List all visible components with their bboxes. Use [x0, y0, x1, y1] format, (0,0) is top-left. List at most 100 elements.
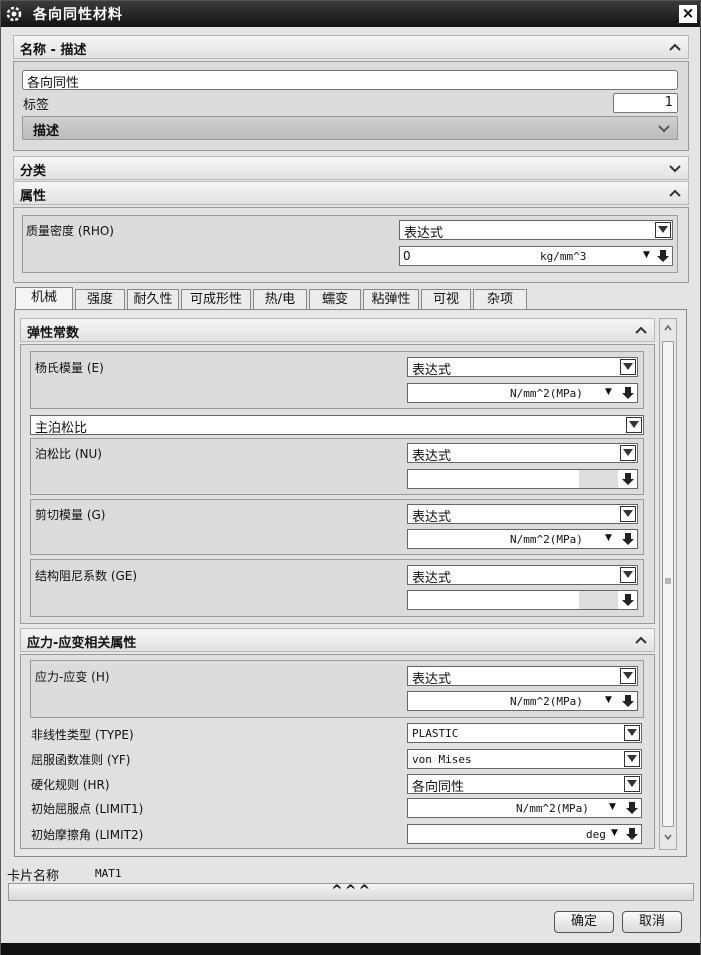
section-title: 名称 - 描述 — [20, 43, 87, 58]
initial-yield-unit[interactable]: N/mm^2(MPa) — [516, 802, 589, 815]
unit-dropdown-icon[interactable]: ▼ — [605, 533, 612, 543]
elastic-constants-header[interactable]: 弹性常数 — [20, 318, 655, 342]
scroll-up-icon[interactable] — [663, 322, 673, 337]
down-arrow-icon[interactable] — [620, 531, 636, 547]
tab-durability[interactable]: 耐久性 — [127, 289, 179, 310]
dropdown-arrow-icon[interactable] — [626, 417, 642, 433]
initial-friction-unit[interactable]: deg — [586, 828, 606, 841]
dialog-title: 各向同性材料 — [33, 7, 123, 23]
scrollbar-thumb[interactable] — [662, 341, 674, 827]
tab-viscoelastic[interactable]: 粘弹性 — [363, 289, 419, 310]
unit-dropdown-icon[interactable]: ▼ — [605, 387, 612, 397]
down-arrow-icon[interactable] — [624, 800, 640, 816]
tab-formability[interactable]: 可成形性 — [181, 289, 251, 310]
down-arrow-icon[interactable] — [620, 693, 636, 709]
tab-creep[interactable]: 蠕变 — [309, 289, 361, 310]
shear-value-input[interactable]: N/mm^2(MPa) ▼ — [407, 529, 638, 549]
down-arrow-icon[interactable] — [620, 385, 636, 401]
stress-strain-type-select[interactable]: 表达式 — [407, 666, 638, 686]
stress-strain-value-input[interactable]: N/mm^2(MPa) ▼ — [407, 691, 638, 711]
chevron-up-icon[interactable] — [634, 631, 648, 649]
unit-dropdown-icon[interactable]: ▼ — [643, 250, 650, 260]
chevron-up-icon[interactable] — [668, 184, 682, 202]
tab-mechanical[interactable]: 机械 — [15, 287, 73, 310]
initial-yield-input[interactable]: N/mm^2(MPa) ▼ — [407, 798, 642, 818]
poisson-ratio-select-value: 主泊松比 — [35, 421, 88, 435]
down-arrow-icon[interactable] — [624, 826, 640, 842]
close-button[interactable]: × — [679, 5, 697, 23]
expand-bar[interactable]: ^^^ — [8, 883, 694, 901]
tab-visual[interactable]: 可视 — [421, 289, 471, 310]
properties-header[interactable]: 属性 — [13, 181, 689, 205]
tab-misc[interactable]: 杂项 — [473, 289, 527, 310]
expand-icon[interactable]: ^^^ — [331, 883, 372, 899]
stress-strain-header[interactable]: 应力-应变相关属性 — [20, 628, 655, 652]
nonlinear-type-label: 非线性类型 (TYPE) — [31, 728, 134, 742]
chevron-down-icon[interactable] — [657, 119, 671, 137]
dropdown-arrow-icon[interactable] — [620, 506, 636, 522]
chevron-up-icon[interactable] — [634, 321, 648, 339]
poisson-ratio-select[interactable]: 主泊松比 — [30, 415, 644, 435]
down-arrow-icon[interactable] — [620, 592, 636, 608]
down-arrow-icon[interactable] — [655, 248, 671, 264]
youngs-unit[interactable]: N/mm^2(MPa) — [510, 387, 583, 400]
window-bottom-border — [1, 943, 700, 955]
tab-strength[interactable]: 强度 — [75, 289, 125, 310]
stress-strain-unit[interactable]: N/mm^2(MPa) — [510, 695, 583, 708]
unit-dropdown-icon[interactable]: ▼ — [611, 828, 618, 838]
dropdown-arrow-icon[interactable] — [620, 445, 636, 461]
title-bar[interactable]: 各向同性材料 × — [1, 1, 700, 27]
chevron-down-icon[interactable] — [668, 159, 682, 177]
density-label: 质量密度 (RHO) — [26, 224, 114, 238]
name-description-header[interactable]: 名称 - 描述 — [13, 35, 689, 59]
material-name-field[interactable]: 各向同性 — [22, 70, 678, 90]
description-header[interactable]: 描述 — [22, 116, 678, 140]
card-name-label: 卡片名称 — [7, 869, 60, 884]
dropdown-arrow-icon[interactable] — [655, 222, 671, 238]
poisson-type-value: 表达式 — [412, 449, 452, 463]
shear-unit[interactable]: N/mm^2(MPa) — [510, 533, 583, 546]
density-type-select[interactable]: 表达式 — [399, 220, 673, 240]
ok-button[interactable]: 确定 — [554, 911, 614, 933]
cancel-button[interactable]: 取消 — [622, 911, 682, 933]
dropdown-arrow-icon[interactable] — [624, 751, 640, 767]
density-unit[interactable]: kg/mm^3 — [540, 250, 586, 263]
poisson-value-input[interactable] — [407, 469, 638, 489]
label-field[interactable]: 1 — [613, 93, 678, 113]
shear-type-select[interactable]: 表达式 — [407, 504, 638, 524]
scroll-down-icon[interactable] — [663, 831, 673, 846]
dropdown-arrow-icon[interactable] — [620, 359, 636, 375]
youngs-label: 杨氏模量 (E) — [35, 361, 104, 375]
nonlinear-type-select[interactable]: PLASTIC — [407, 723, 642, 743]
unit-area — [579, 470, 618, 488]
tab-thermal-electrical[interactable]: 热/电 — [253, 289, 307, 310]
dropdown-arrow-icon[interactable] — [624, 776, 640, 792]
gear-icon[interactable] — [5, 5, 23, 23]
dropdown-arrow-icon[interactable] — [620, 668, 636, 684]
description-title: 描述 — [33, 124, 60, 139]
dropdown-arrow-icon[interactable] — [620, 567, 636, 583]
yield-function-select[interactable]: von Mises — [407, 749, 642, 769]
chevron-up-icon[interactable] — [668, 38, 682, 56]
stress-strain-type-value: 表达式 — [412, 672, 452, 686]
dropdown-arrow-icon[interactable] — [624, 725, 640, 741]
elastic-constants-title: 弹性常数 — [27, 326, 80, 341]
hardening-rule-select[interactable]: 各向同性 — [407, 774, 642, 794]
vertical-scrollbar[interactable] — [659, 318, 677, 850]
youngs-type-select[interactable]: 表达式 — [407, 357, 638, 377]
initial-friction-input[interactable]: deg ▼ — [407, 824, 642, 844]
down-arrow-icon[interactable] — [620, 471, 636, 487]
classification-header[interactable]: 分类 — [13, 156, 689, 180]
density-value: 0 — [403, 249, 411, 263]
unit-dropdown-icon[interactable]: ▼ — [605, 695, 612, 705]
youngs-value-input[interactable]: N/mm^2(MPa) ▼ — [407, 383, 638, 403]
poisson-type-select[interactable]: 表达式 — [407, 443, 638, 463]
unit-dropdown-icon[interactable]: ▼ — [609, 802, 616, 812]
damping-value-input[interactable] — [407, 590, 638, 610]
density-value-input[interactable]: 0 kg/mm^3 ▼ — [399, 246, 673, 266]
yield-function-label: 屈服函数准则 (YF) — [31, 753, 131, 767]
label-label: 标签 — [23, 98, 50, 113]
classification-title: 分类 — [20, 164, 47, 179]
damping-type-select[interactable]: 表达式 — [407, 565, 638, 585]
initial-friction-label: 初始摩擦角 (LIMIT2) — [31, 828, 144, 842]
